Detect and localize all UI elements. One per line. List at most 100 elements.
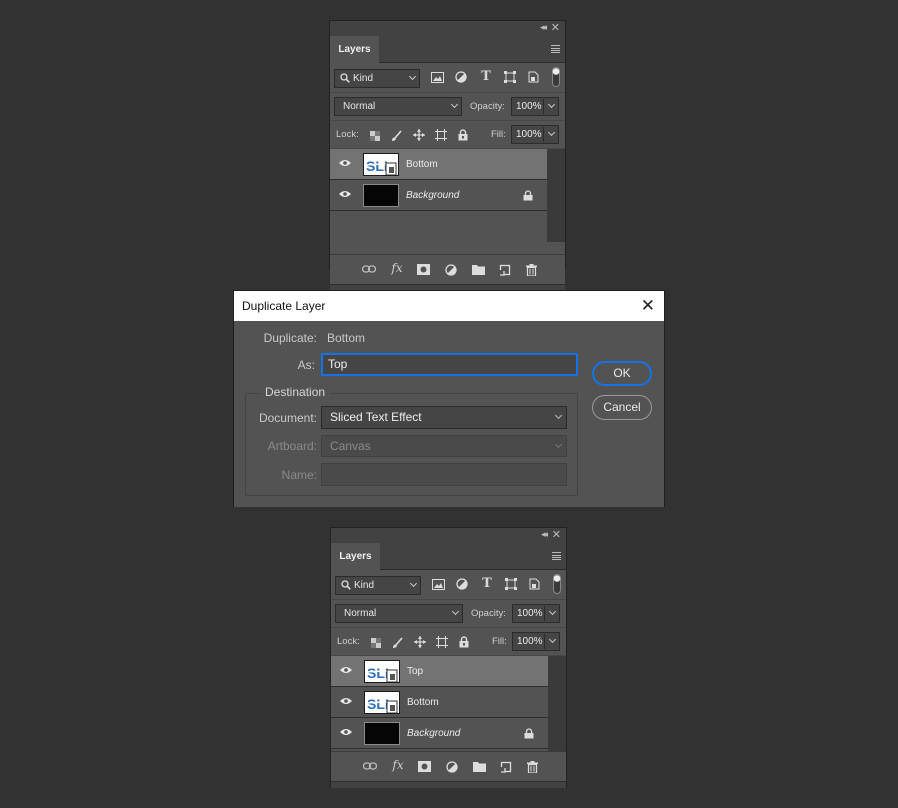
lock-move-icon[interactable] xyxy=(414,636,426,648)
as-name-input[interactable]: Top xyxy=(321,353,578,376)
fill-field[interactable]: 100% xyxy=(511,125,559,144)
opacity-field[interactable]: 100% xyxy=(512,604,560,623)
adjustment-filter-icon[interactable] xyxy=(455,71,469,83)
panel-header-strip: ◂◂ ✕ xyxy=(331,528,566,543)
layer-row-background[interactable]: Background xyxy=(331,718,548,749)
layer-row-bottom[interactable]: SLI Bottom xyxy=(331,687,548,718)
lock-transparent-icon[interactable] xyxy=(371,638,381,648)
blend-mode-dropdown[interactable]: Normal xyxy=(334,97,462,116)
group-folder-icon[interactable] xyxy=(472,264,486,275)
link-icon[interactable] xyxy=(363,761,377,771)
as-name-value: Top xyxy=(328,357,348,371)
adjustment-filter-icon[interactable] xyxy=(456,578,470,590)
lock-all-icon[interactable] xyxy=(459,636,469,648)
type-filter-icon[interactable]: T xyxy=(480,577,494,590)
chevron-down-icon xyxy=(547,128,556,137)
layer-row-bottom[interactable]: SLI Bottom xyxy=(330,149,547,180)
name-input[interactable] xyxy=(321,463,567,486)
collapse-panel-icon[interactable]: ◂◂ xyxy=(541,529,548,540)
layer-thumbnail-black xyxy=(363,184,399,207)
adjustment-layer-icon[interactable] xyxy=(445,264,459,276)
dialog-titlebar: Duplicate Layer ✕ xyxy=(234,291,664,321)
filter-kind-dropdown[interactable]: Kind xyxy=(335,576,421,595)
mask-icon[interactable] xyxy=(418,761,432,772)
eye-visibility-icon[interactable] xyxy=(339,190,351,198)
lock-transparent-icon[interactable] xyxy=(370,131,380,141)
artboard-value: Canvas xyxy=(330,439,371,453)
shape-filter-icon[interactable] xyxy=(505,578,519,590)
new-layer-icon[interactable] xyxy=(499,264,513,276)
close-panel-icon[interactable]: ✕ xyxy=(552,528,561,541)
type-filter-icon[interactable]: T xyxy=(479,70,493,83)
tab-layers[interactable]: Layers xyxy=(331,543,380,570)
new-layer-icon[interactable] xyxy=(500,761,514,773)
lock-label: Lock: xyxy=(337,636,360,647)
fx-icon[interactable]: fx xyxy=(390,262,404,274)
mask-icon[interactable] xyxy=(417,264,431,275)
ok-button[interactable]: OK xyxy=(592,361,652,386)
opacity-field[interactable]: 100% xyxy=(511,97,559,116)
lock-brush-icon[interactable] xyxy=(392,637,403,649)
blend-row: Normal Opacity: 100% xyxy=(330,93,565,121)
cancel-button[interactable]: Cancel xyxy=(592,395,652,420)
tab-layers[interactable]: Layers xyxy=(330,36,379,63)
eye-visibility-icon[interactable] xyxy=(340,697,352,705)
chevron-down-icon xyxy=(547,100,556,109)
lock-all-icon[interactable] xyxy=(458,129,468,141)
svg-text:SLI: SLI xyxy=(366,158,388,174)
eye-visibility-icon[interactable] xyxy=(340,728,352,736)
filter-toggle-icon[interactable] xyxy=(553,574,561,594)
layer-thumbnail-text: SLI xyxy=(363,153,399,176)
image-filter-icon[interactable] xyxy=(431,72,445,83)
smart-object-filter-icon[interactable] xyxy=(528,71,542,83)
lock-icon[interactable] xyxy=(523,190,533,201)
smart-object-filter-icon[interactable] xyxy=(529,578,543,590)
adjustment-layer-icon[interactable] xyxy=(446,761,460,773)
document-value: Sliced Text Effect xyxy=(330,410,422,424)
blend-mode-dropdown[interactable]: Normal xyxy=(335,604,463,623)
blend-row: Normal Opacity: 100% xyxy=(331,600,566,628)
image-filter-icon[interactable] xyxy=(432,579,446,590)
filter-toggle-icon[interactable] xyxy=(552,67,560,87)
panel-menu-icon[interactable] xyxy=(552,552,561,560)
layer-name: Bottom xyxy=(406,159,438,170)
fill-field[interactable]: 100% xyxy=(512,632,560,651)
lock-artboard-icon[interactable] xyxy=(436,636,448,648)
lock-icon[interactable] xyxy=(524,728,534,739)
filter-kind-dropdown[interactable]: Kind xyxy=(334,69,420,88)
divider xyxy=(544,634,545,649)
opacity-label: Opacity: xyxy=(471,608,506,619)
lock-brush-icon[interactable] xyxy=(391,130,402,142)
panel-resize-grip[interactable] xyxy=(331,781,566,788)
layer-thumbnail-text: SLI xyxy=(364,660,400,683)
collapse-panel-icon[interactable]: ◂◂ xyxy=(540,22,547,33)
shape-filter-icon[interactable] xyxy=(504,71,518,83)
trash-icon[interactable] xyxy=(527,761,541,773)
fill-value: 100% xyxy=(517,636,543,647)
trash-icon[interactable] xyxy=(526,264,540,276)
layer-row-top[interactable]: SLI Top xyxy=(331,656,548,687)
lock-label: Lock: xyxy=(336,129,359,140)
text-effect-thumbnail-icon: SLI xyxy=(365,665,399,682)
name-label: Name: xyxy=(281,468,317,482)
close-dialog-icon[interactable]: ✕ xyxy=(641,291,655,321)
layers-list: SLI Top SLI Bottom Background xyxy=(331,656,566,752)
fill-label: Fill: xyxy=(492,636,507,647)
opacity-label: Opacity: xyxy=(470,101,505,112)
artboard-dropdown[interactable]: Canvas xyxy=(321,435,567,457)
eye-visibility-icon[interactable] xyxy=(340,666,352,674)
panel-menu-icon[interactable] xyxy=(551,45,560,53)
layer-name: Bottom xyxy=(407,697,439,708)
layer-row-background[interactable]: Background xyxy=(330,180,547,211)
fx-icon[interactable]: fx xyxy=(391,759,405,771)
lock-artboard-icon[interactable] xyxy=(435,129,447,141)
destination-legend: Destination xyxy=(260,385,331,399)
document-dropdown[interactable]: Sliced Text Effect xyxy=(321,406,567,429)
fill-value: 100% xyxy=(516,129,542,140)
eye-visibility-icon[interactable] xyxy=(339,159,351,167)
group-folder-icon[interactable] xyxy=(473,761,487,772)
link-icon[interactable] xyxy=(362,264,376,274)
close-panel-icon[interactable]: ✕ xyxy=(551,21,560,34)
search-icon xyxy=(341,580,351,590)
lock-move-icon[interactable] xyxy=(413,129,425,141)
